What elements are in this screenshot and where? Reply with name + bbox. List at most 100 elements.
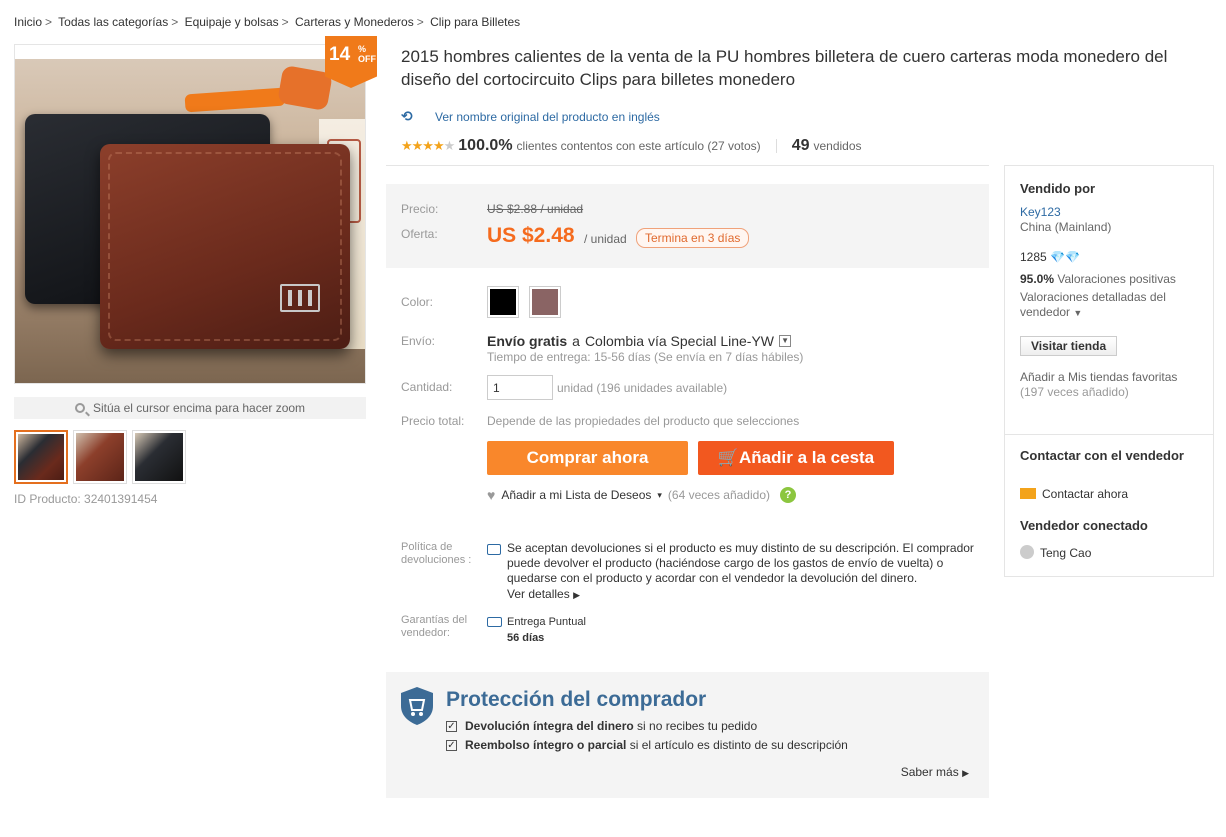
original-name-text: Ver nombre original del producto en ingl… [435,110,660,124]
online-seller-name: Teng Cao [1040,546,1092,560]
translate-icon: ⟲ [401,108,413,124]
discount-value: 14 [329,44,351,65]
wishlist-link[interactable]: Añadir a mi Lista de Deseos [501,488,651,502]
wishlist-count: (64 veces añadido) [667,488,770,502]
color-swatch-brown[interactable] [529,286,561,318]
divider [386,165,989,166]
product-title: 2015 hombres calientes de la venta de la… [401,47,1168,89]
online-seller[interactable]: Teng Cao [1020,545,1091,560]
breadcrumb-wallets[interactable]: Carteras y Monederos [295,15,414,29]
see-details-link[interactable]: Ver detalles ▶ [507,587,580,601]
contact-seller-heading: Contactar con el vendedor [1020,448,1184,463]
learn-more-text: Saber más [900,765,959,779]
total-price-label: Precio total: [401,414,465,428]
quantity-input[interactable] [487,375,553,400]
learn-more-link[interactable]: Saber más ▶ [901,765,969,779]
quantity-label: Cantidad: [401,380,453,394]
wallet-logo [280,284,320,312]
offer-price: US $2.48 [487,224,575,247]
thumbnail-3[interactable] [132,430,186,484]
heart-icon: ♥ [487,487,496,503]
thumbnail-image [18,434,64,480]
caret-right-icon: ▶ [573,590,580,600]
shipping-destination[interactable]: Colombia vía Special Line-YW [585,333,774,349]
photo-prop [184,87,286,113]
seller-panel: Vendido por Key123 China (Mainland) 1285… [1004,165,1214,577]
caret-right-icon: ▶ [962,768,969,778]
store-name-link[interactable]: Key123 [1020,205,1061,219]
breadcrumb-home[interactable]: Inicio [14,15,42,29]
price-label: Precio: [401,202,439,216]
offer-ends-badge: Termina en 3 días [636,228,750,248]
delivery-days: 56 días [507,632,545,644]
check-icon: ✓ [446,720,457,732]
product-id: ID Producto: 32401391454 [14,492,158,506]
rating-percent: 100.0% [458,137,513,154]
check-icon: ✓ [446,739,457,751]
breadcrumb-sep: > [281,15,289,29]
detailed-feedback-text: Valoraciones detalladas del vendedor [1020,290,1166,319]
sold-count: 49 [791,137,810,154]
rating-text[interactable]: clientes contentos con este artículo (27… [517,139,761,153]
protection-item-bold: Devolución íntegra del dinero [465,719,634,733]
original-price: US $2.88 / unidad [487,202,584,216]
return-policy-label: Política de devoluciones : [401,541,472,566]
diamond-icon: 💎💎 [1050,250,1080,264]
swatch-fill [490,289,516,315]
sold-by-heading: Vendido por [1020,181,1096,196]
positive-pct: 95.0% [1020,272,1055,286]
delivery-time: Tiempo de entrega: 15-56 días (Se envía … [487,350,804,364]
thumbnail-image [76,433,124,481]
thumbnail-2[interactable] [73,430,127,484]
price-unit: / unidad [584,232,627,246]
wishlist-row: ♥ Añadir a mi Lista de Deseos ▾ (64 vece… [487,487,796,503]
shipping-dropdown-icon[interactable]: ▼ [779,335,792,347]
product-photo [15,59,365,383]
sold-text: vendidos [813,139,862,153]
color-label: Color: [401,295,434,309]
breadcrumb: Inicio > Todas las categorías > Equipaje y… [14,15,520,29]
original-name-link[interactable]: ⟲ Ver nombre original del producto en in… [401,108,660,126]
contact-now-text: Contactar ahora [1042,487,1129,501]
visit-store-button[interactable]: Visitar tienda [1020,336,1118,356]
cart-icon: 🛒 [717,448,740,467]
offer-label: Oferta: [401,227,438,241]
main-product-image[interactable] [14,44,366,384]
positive-feedback: 95.0% Valoraciones positivas [1020,272,1176,286]
buy-now-button[interactable]: Comprar ahora [487,441,688,475]
thumbnail-list [14,430,186,484]
return-policy-text: Se aceptan devoluciones si el producto e… [507,541,974,585]
chevron-down-icon[interactable]: ▾ [657,490,662,501]
breadcrumb-money-clip[interactable]: Clip para Billetes [430,15,520,29]
breadcrumb-all-categories[interactable]: Todas las categorías [58,15,168,29]
help-icon[interactable]: ? [780,487,796,503]
person-icon [1020,545,1034,559]
shipping-label: Envío: [401,334,436,348]
thumbnail-image [135,433,183,481]
divider [775,139,777,153]
protection-item: ✓ Reembolso íntegro o parcial si el artí… [446,738,848,752]
magnifier-icon [74,403,85,413]
breadcrumb-luggage[interactable]: Equipaje y bolsas [185,15,279,29]
star-rating: ★★★★★ [401,138,455,153]
free-shipping: Envío gratis [487,333,568,349]
rating-row: ★★★★★ 100.0% clientes contentos con este… [401,137,862,155]
seller-guarantee-label: Garantías del vendedor: [401,614,468,639]
add-to-cart-button[interactable]: 🛒Añadir a la cesta [698,441,894,475]
divider [1005,434,1213,435]
thumbnail-1[interactable] [14,430,68,484]
zoom-hint-text: Sitúa el cursor encima para hacer zoom [92,401,306,415]
price-box: Precio: US $2.88 / unidad Oferta: US $2.… [386,184,989,268]
shield-icon [401,687,433,725]
seller-score: 1285 💎💎 [1020,250,1080,264]
seller-score-value: 1285 [1020,250,1047,264]
quantity-unit: unidad (196 unidades available) [557,381,728,395]
add-favorite-store-link[interactable]: Añadir a Mis tiendas favoritas [1020,370,1177,384]
on-time-delivery: Entrega Puntual [507,616,586,628]
buyer-protection-box: Protección del comprador ✓ Devolución ín… [386,672,989,798]
protection-item-bold: Reembolso íntegro o parcial [465,738,627,752]
detailed-feedback-link[interactable]: Valoraciones detalladas del vendedor ▼ [1020,290,1200,321]
contact-now-link[interactable]: Contactar ahora [1020,487,1128,501]
total-price-desc: Depende de las propiedades del producto … [487,414,800,428]
color-swatch-black[interactable] [487,286,519,318]
